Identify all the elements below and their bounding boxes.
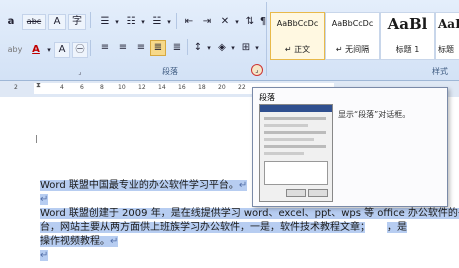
preview-button bbox=[286, 189, 306, 197]
align-right-icon[interactable]: ≡ bbox=[132, 40, 150, 56]
chevron-down-icon[interactable]: ▾ bbox=[112, 14, 122, 30]
decrease-indent-icon[interactable]: ⇤ bbox=[180, 14, 198, 30]
style-sample: AaBbCcDc bbox=[276, 19, 319, 28]
ruler-number: 22 bbox=[238, 84, 246, 91]
ruler-number: 16 bbox=[178, 84, 186, 91]
indent-marker-icon[interactable]: ⧗ bbox=[36, 81, 41, 90]
style-name: ↵ 正文 bbox=[284, 45, 311, 54]
ruler-number: 6 bbox=[80, 84, 84, 91]
group-divider bbox=[90, 40, 91, 56]
ruler-number: 2 bbox=[14, 84, 18, 91]
preview-titlebar bbox=[260, 105, 332, 112]
line-text: Word 联盟中国最专业的办公软件学习平台。 bbox=[40, 180, 239, 191]
paragraph-mark-icon: ↵ bbox=[238, 180, 248, 191]
group-divider bbox=[176, 13, 177, 29]
font-color-button[interactable]: A bbox=[28, 42, 44, 58]
strikethrough-button[interactable]: abc bbox=[22, 14, 46, 30]
paragraph-mark-icon: ↵ bbox=[40, 250, 49, 261]
doc-line-blank[interactable]: ↵ bbox=[40, 193, 49, 206]
preview-button bbox=[308, 189, 328, 197]
paragraph-dialog-launcher-icon[interactable]: ⌟ bbox=[251, 64, 263, 76]
bold-partial-button[interactable]: a bbox=[2, 14, 20, 30]
styles-group-label: 样式 bbox=[432, 67, 448, 76]
line-text: Word 联盟创建于 2009 年，是在线提供学习 word、excel、ppt… bbox=[40, 208, 459, 219]
chevron-down-icon[interactable]: ▾ bbox=[204, 40, 214, 56]
preview-box bbox=[264, 161, 328, 185]
ruler-number: 14 bbox=[158, 84, 166, 91]
line-text: ，是 bbox=[387, 222, 407, 233]
chevron-down-icon[interactable]: ▾ bbox=[228, 40, 238, 56]
doc-line-2[interactable]: Word 联盟创建于 2009 年，是在线提供学习 word、excel、ppt… bbox=[40, 207, 459, 220]
char-shading-button[interactable]: A bbox=[48, 14, 66, 30]
group-divider bbox=[187, 39, 188, 55]
ruler-number: 20 bbox=[218, 84, 226, 91]
align-center-icon[interactable]: ≡ bbox=[114, 40, 132, 56]
style-sample: AaBl bbox=[387, 15, 428, 33]
justify-icon[interactable]: ≣ bbox=[150, 40, 166, 56]
style-heading-1[interactable]: AaBl 标题 1 bbox=[380, 12, 435, 60]
group-divider bbox=[266, 2, 267, 76]
chevron-down-icon[interactable]: ▾ bbox=[138, 14, 148, 30]
style-no-spacing[interactable]: AaBbCcDc ↵ 无间隔 bbox=[325, 12, 380, 60]
preview-bar bbox=[264, 124, 308, 127]
chevron-down-icon[interactable]: ▾ bbox=[232, 14, 242, 30]
tooltip-title: 段落 bbox=[259, 93, 275, 102]
line-text: 操作视频教程。 bbox=[40, 236, 110, 247]
style-sample: AaBbCcDc bbox=[331, 19, 374, 28]
increase-indent-icon[interactable]: ⇥ bbox=[198, 14, 216, 30]
paragraph-mark-icon: ↵ bbox=[110, 236, 119, 247]
style-normal[interactable]: AaBbCcDc ↵ 正文 bbox=[270, 12, 325, 60]
margin-mark bbox=[36, 135, 37, 143]
ruler-number: 12 bbox=[138, 84, 146, 91]
ruler-number: 8 bbox=[100, 84, 104, 91]
font-dialog-launcher-icon[interactable]: ⌟ bbox=[74, 66, 86, 78]
preview-bar bbox=[264, 152, 304, 155]
style-name: 标题 1 bbox=[395, 45, 420, 54]
ruler-number: 4 bbox=[60, 84, 64, 91]
style-title[interactable]: AaBb 标题 bbox=[435, 12, 459, 60]
tooltip-description: 显示“段落”对话框。 bbox=[338, 110, 411, 119]
paragraph-mark-icon: ↵ bbox=[40, 194, 49, 205]
preview-bar bbox=[264, 117, 326, 120]
chevron-down-icon[interactable]: ▾ bbox=[44, 42, 54, 58]
preview-bar bbox=[264, 131, 326, 134]
doc-line-blank[interactable]: ↵ bbox=[40, 249, 49, 262]
show-marks-icon[interactable]: ¶ bbox=[256, 14, 270, 30]
chevron-down-icon[interactable]: ▾ bbox=[252, 40, 262, 56]
style-sample: AaBb bbox=[438, 17, 459, 31]
ruler-number: 10 bbox=[118, 84, 126, 91]
doc-line-4[interactable]: 操作视频教程。↵ bbox=[40, 235, 119, 248]
enclosed-char-button[interactable]: 字 bbox=[68, 14, 86, 30]
paragraph-dialog-preview bbox=[259, 104, 333, 202]
group-divider bbox=[90, 12, 91, 28]
doc-line-1[interactable]: Word 联盟中国最专业的办公软件学习平台。↵ bbox=[40, 179, 248, 192]
preview-bar bbox=[264, 145, 326, 148]
distributed-icon[interactable]: ≣ bbox=[168, 40, 186, 56]
char-border-button[interactable]: A bbox=[54, 42, 70, 58]
align-left-icon[interactable]: ≡ bbox=[96, 40, 114, 56]
line-text: 台，网站主要从两方面供上班族学习办公软件，一是，软件技术教程文章； bbox=[40, 222, 365, 233]
style-name: ↵ 无间隔 bbox=[335, 45, 370, 54]
doc-line-3[interactable]: 台，网站主要从两方面供上班族学习办公软件，一是，软件技术教程文章； ，是 bbox=[40, 221, 407, 234]
style-name: 标题 bbox=[438, 45, 454, 54]
enclosed-char-icon[interactable]: ㊀ bbox=[72, 42, 88, 58]
preview-bar bbox=[264, 138, 314, 141]
paragraph-tooltip: 段落 显示“段落”对话框。 bbox=[252, 87, 448, 207]
paragraph-group-label: 段落 bbox=[162, 67, 178, 76]
highlight-button[interactable]: aby bbox=[4, 42, 26, 58]
ruler-number: 18 bbox=[198, 84, 206, 91]
chevron-down-icon[interactable]: ▾ bbox=[164, 14, 174, 30]
ribbon: a abc A 字 aby A ▾ A ㊀ ☰ ▾ ☷ ▾ ☱ ▾ ⇤ ⇥ ✕ … bbox=[0, 0, 459, 81]
